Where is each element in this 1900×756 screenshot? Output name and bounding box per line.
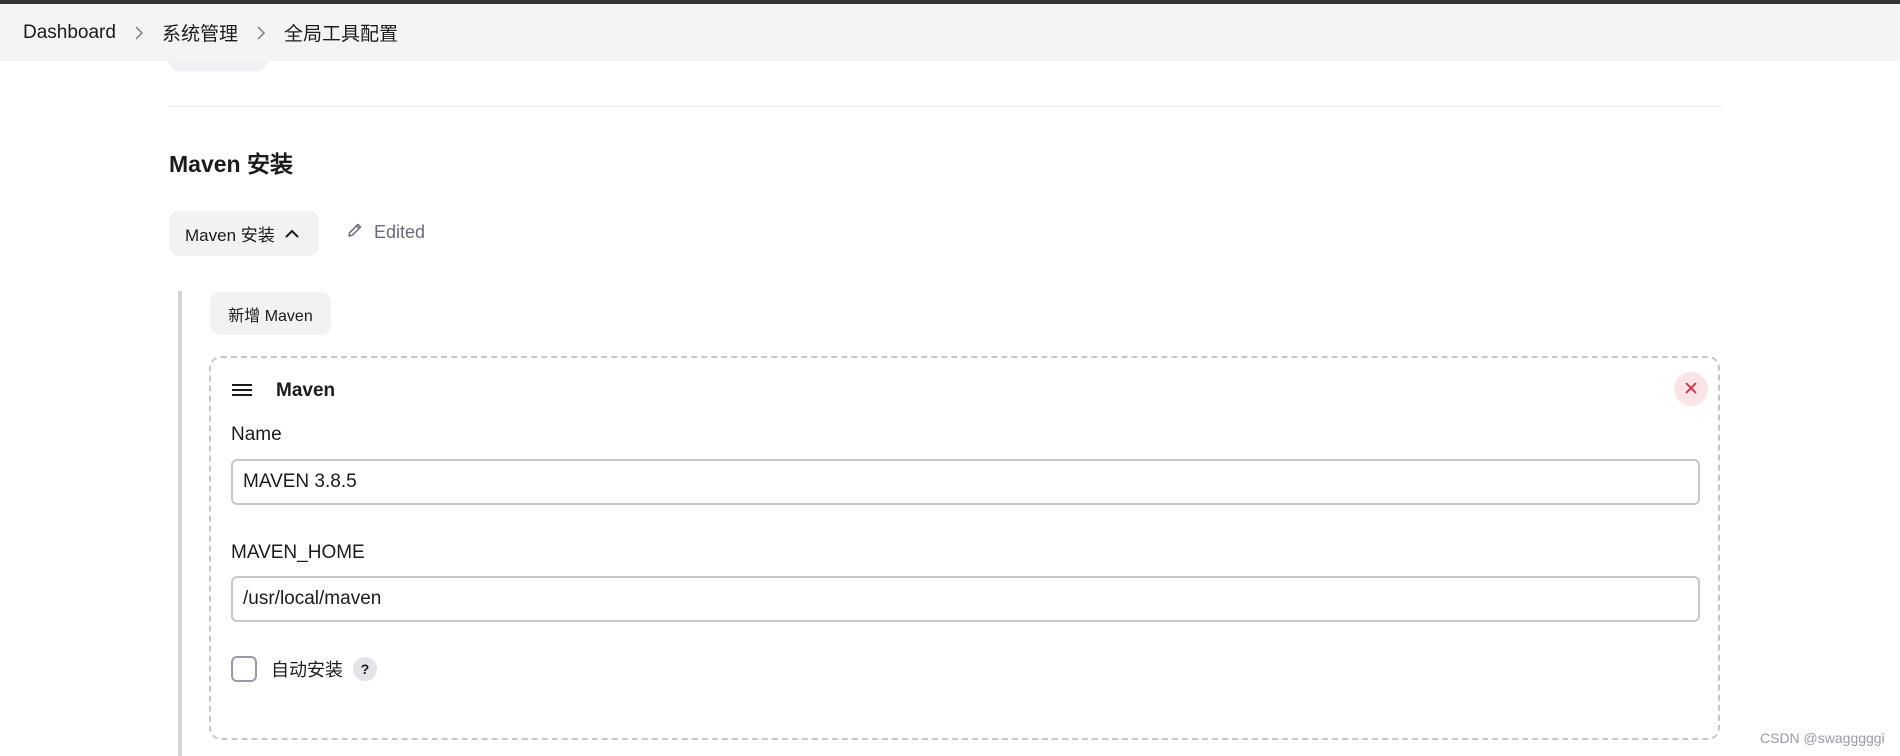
chevron-right-icon — [238, 25, 284, 40]
breadcrumb-global-tool-config[interactable]: 全局工具配置 — [284, 19, 398, 46]
maven-install-toggle-button[interactable]: Maven 安装 — [169, 211, 319, 256]
chevron-up-icon — [285, 229, 299, 239]
maven-home-input[interactable] — [231, 576, 1700, 622]
chevron-right-icon — [116, 25, 162, 40]
watermark: CSDN @swagggggi — [1760, 730, 1885, 746]
breadcrumb-system-management[interactable]: 系统管理 — [162, 19, 238, 46]
auto-install-label: 自动安装 — [271, 660, 343, 680]
edited-label: Edited — [374, 222, 426, 242]
help-icon[interactable]: ? — [353, 657, 377, 681]
name-input[interactable] — [231, 459, 1700, 505]
close-icon — [1684, 381, 1698, 398]
auto-install-checkbox[interactable] — [231, 656, 257, 682]
breadcrumb-dashboard[interactable]: Dashboard — [23, 22, 116, 44]
maven-installer-card: Maven Name MAVEN_HOME 自动安装 ? — [209, 356, 1720, 740]
toggle-button-label: Maven 安装 — [185, 226, 275, 245]
name-label: Name — [231, 424, 282, 445]
nested-section-rule — [178, 291, 182, 756]
edited-indicator: Edited — [346, 221, 425, 244]
auto-install-row: 自动安装 ? — [231, 656, 377, 682]
section-divider — [168, 106, 1721, 107]
section-title: Maven 安装 — [169, 151, 293, 177]
delete-installer-button[interactable] — [1674, 372, 1708, 406]
maven-home-label: MAVEN_HOME — [231, 542, 365, 563]
add-maven-button[interactable]: 新增 Maven — [210, 292, 331, 335]
card-title: Maven — [276, 380, 336, 401]
pencil-icon — [346, 221, 364, 244]
drag-handle-icon[interactable] — [231, 382, 253, 398]
breadcrumb: Dashboard 系统管理 全局工具配置 — [0, 4, 1900, 61]
